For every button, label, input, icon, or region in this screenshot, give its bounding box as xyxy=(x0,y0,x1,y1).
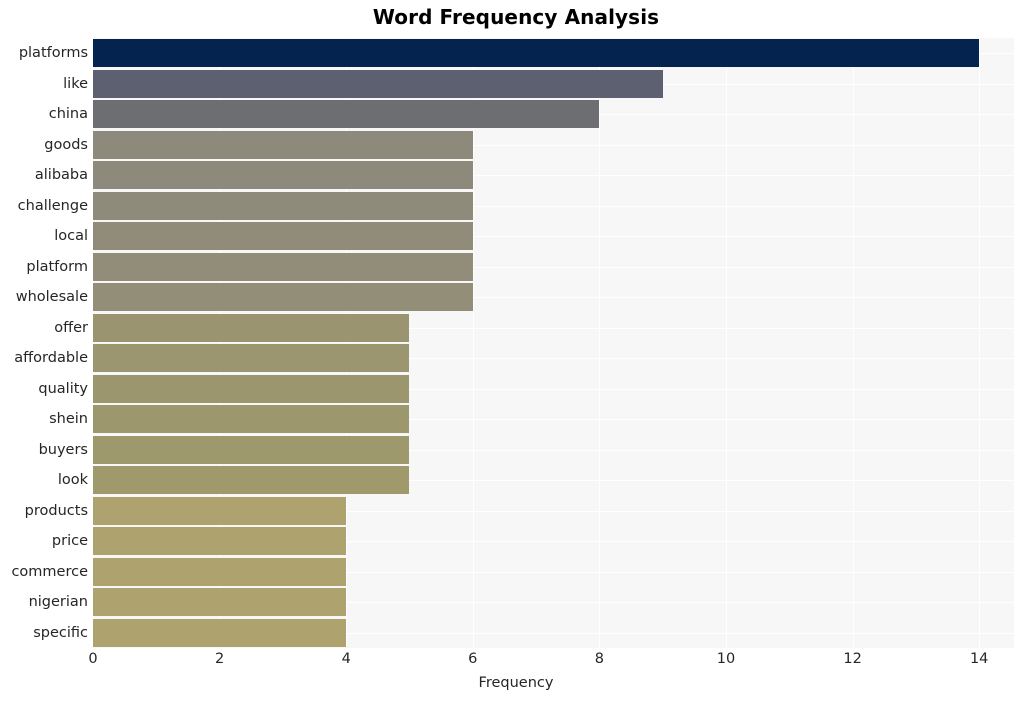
y-axis-tick-label: nigerian xyxy=(28,594,88,610)
bar xyxy=(93,619,347,647)
bar xyxy=(93,192,473,220)
vertical-gridline xyxy=(219,38,221,648)
bar xyxy=(93,253,473,281)
y-axis-tick-label: products xyxy=(24,503,88,519)
bar xyxy=(93,497,347,525)
y-axis-tick-label: look xyxy=(57,472,88,488)
bar xyxy=(93,344,410,372)
y-axis-tick-label: shein xyxy=(49,411,88,427)
x-axis-tick-label: 2 xyxy=(214,651,225,667)
vertical-gridline xyxy=(472,38,474,648)
bar xyxy=(93,70,663,98)
x-axis-tick-label: 4 xyxy=(341,651,351,667)
y-axis-tick-label: alibaba xyxy=(34,167,88,183)
x-axis-tick-label: 14 xyxy=(969,651,989,667)
bar xyxy=(93,283,473,311)
y-axis-tick-label: affordable xyxy=(14,350,88,366)
word-frequency-chart: Word Frequency Analysis platforms like chi… xyxy=(0,0,1032,701)
y-axis-tick-label: wholesale xyxy=(15,289,88,305)
bar xyxy=(93,588,347,616)
y-axis-tick-label: price xyxy=(51,533,88,549)
x-axis-title: Frequency xyxy=(478,675,554,691)
bar xyxy=(93,131,473,159)
y-axis-tick-label: china xyxy=(48,106,88,122)
y-axis-tick-label: specific xyxy=(33,625,88,641)
y-axis-tick-label: goods xyxy=(44,137,88,153)
y-axis-tick-label: commerce xyxy=(11,564,88,580)
y-axis-tick-label: platform xyxy=(26,259,88,275)
vertical-gridline xyxy=(979,38,981,648)
y-axis-tick-label: like xyxy=(63,76,88,92)
bar xyxy=(93,375,410,403)
bar xyxy=(93,558,347,586)
plot-area xyxy=(93,38,1014,648)
bar xyxy=(93,100,600,128)
y-axis-tick-label: quality xyxy=(38,381,88,397)
y-axis-tick-labels: platforms like china goods alibaba challenge l… xyxy=(0,38,88,648)
x-axis-tick-label: 0 xyxy=(88,651,98,667)
chart-title: Word Frequency Analysis xyxy=(372,5,660,29)
vertical-gridline xyxy=(346,38,348,648)
y-axis-tick-label: challenge xyxy=(17,198,88,214)
bar xyxy=(93,405,410,433)
x-axis-tick-label: 12 xyxy=(843,651,862,667)
bar xyxy=(93,161,473,189)
vertical-gridline xyxy=(599,38,601,648)
vertical-gridline xyxy=(852,38,854,648)
y-axis-tick-label: platforms xyxy=(18,45,88,61)
x-axis-tick-labels: 0 2 4 6 8 10 12 14 xyxy=(0,652,1032,672)
y-axis-tick-label: offer xyxy=(54,320,88,336)
vertical-gridline xyxy=(93,38,94,648)
x-axis-tick-label: 10 xyxy=(716,651,736,667)
x-axis-tick-label: 8 xyxy=(594,651,605,667)
bar xyxy=(93,527,347,555)
bar xyxy=(93,314,410,342)
bar xyxy=(93,436,410,464)
y-axis-tick-label: buyers xyxy=(38,442,88,458)
bar xyxy=(93,39,980,67)
vertical-gridline xyxy=(725,38,727,648)
y-axis-tick-label: local xyxy=(54,228,88,244)
bar xyxy=(93,466,410,494)
x-axis-tick-label: 6 xyxy=(468,651,478,667)
bar xyxy=(93,222,473,250)
